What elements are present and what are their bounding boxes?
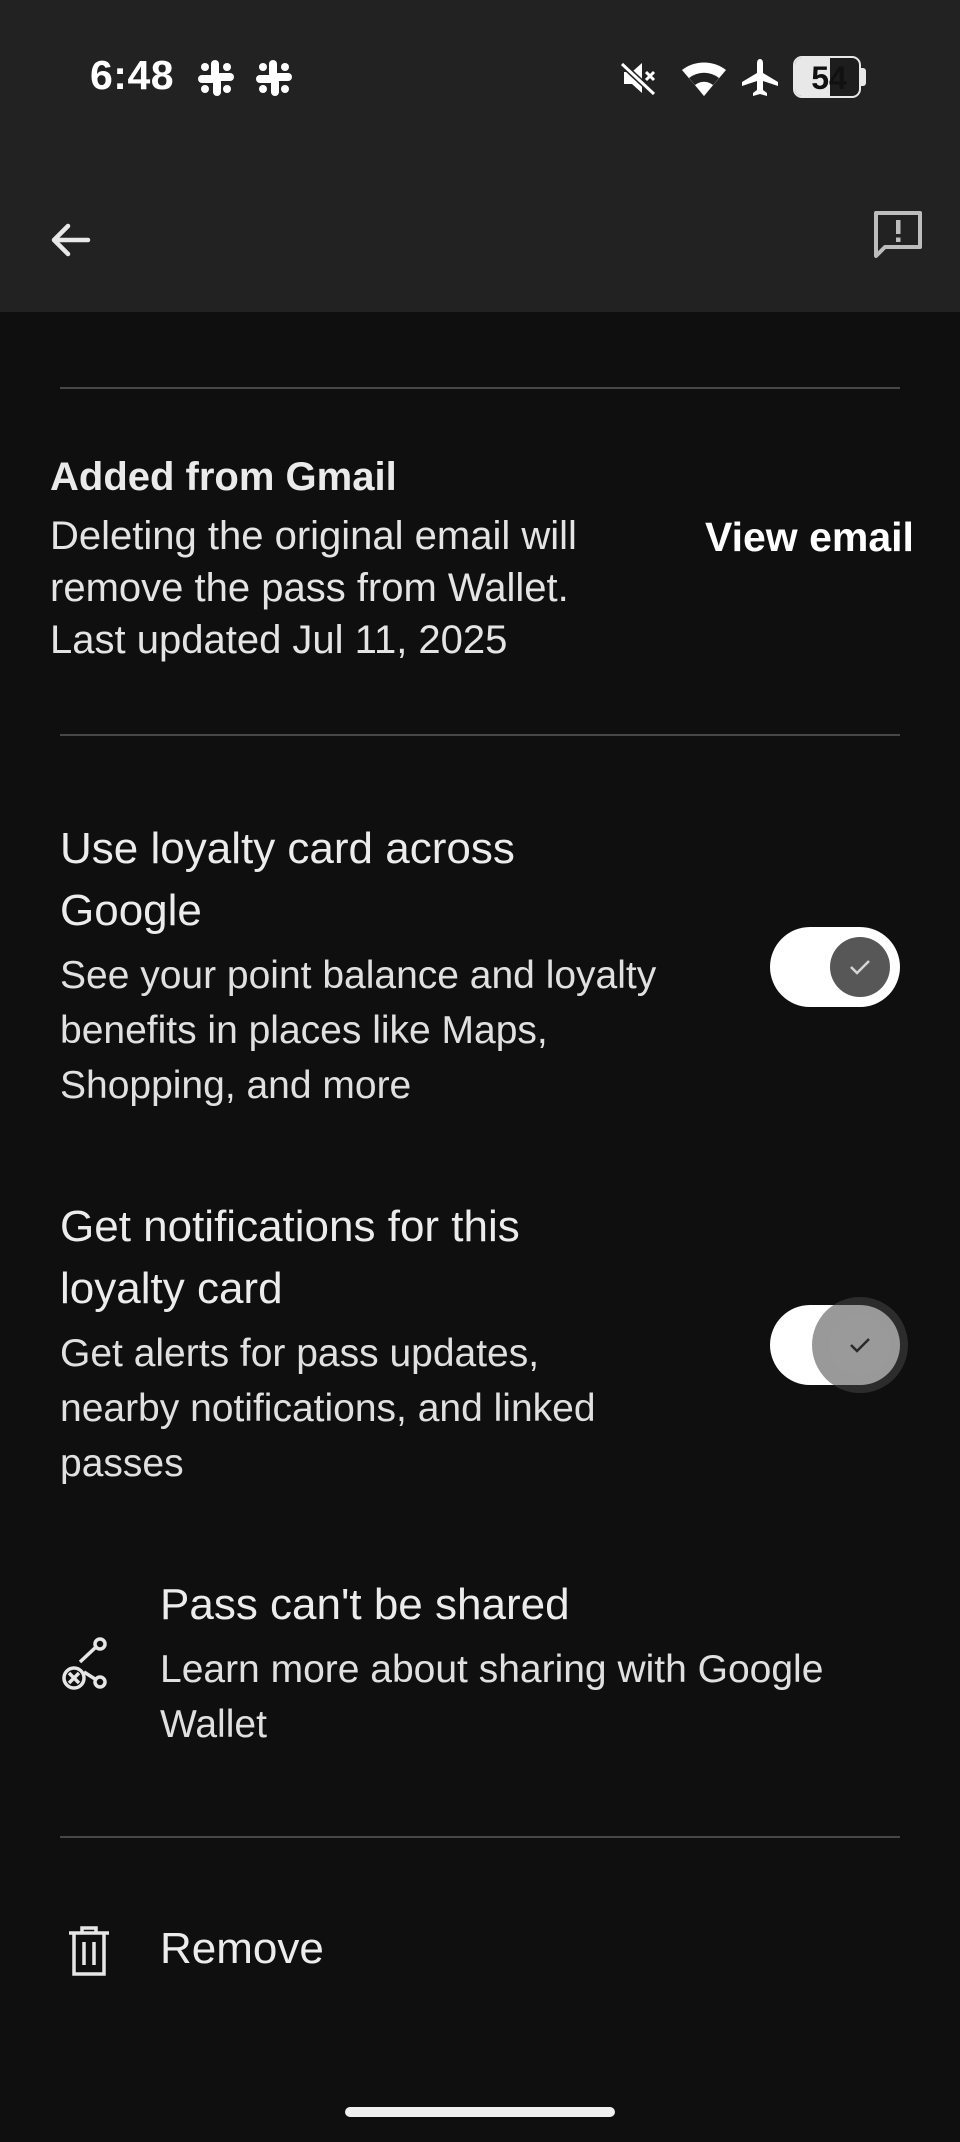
top-app-bar: 6:48 54 — [0, 0, 960, 312]
setting-description-line: passes — [60, 1442, 184, 1485]
setting-title-line: loyalty card — [60, 1264, 283, 1313]
loyalty-across-google-title: Use loyalty card across Google — [60, 818, 700, 942]
loyalty-across-google-description: See your point balance and loyalty benef… — [60, 948, 720, 1113]
share-off-icon — [62, 1637, 107, 1690]
remove-label: Remove — [160, 1924, 324, 1973]
notifications-toggle[interactable] — [770, 1297, 908, 1393]
sharing-learn-more-link[interactable]: Learn more about sharing with Google Wal… — [160, 1642, 900, 1752]
divider — [60, 387, 900, 389]
back-button[interactable] — [40, 210, 100, 270]
setting-title-line: Get notifications for this — [60, 1202, 520, 1251]
sharing-description-line: Learn more about sharing with Google — [160, 1648, 824, 1691]
setting-description-line: See your point balance and loyalty — [60, 954, 657, 997]
view-email-button[interactable]: View email — [705, 514, 914, 561]
feedback-icon — [874, 211, 922, 258]
source-description-line: remove the pass from Wallet. — [50, 566, 569, 610]
setting-description-line: benefits in places like Maps, — [60, 1009, 548, 1052]
setting-description-line: nearby notifications, and linked — [60, 1387, 596, 1430]
airplane-icon — [742, 59, 778, 96]
battery-indicator: 54 — [793, 56, 866, 98]
sharing-description-line: Wallet — [160, 1703, 267, 1746]
setting-description-line: Get alerts for pass updates, — [60, 1332, 540, 1375]
source-title: Added from Gmail — [50, 455, 397, 499]
slack-icon — [256, 60, 292, 96]
setting-title-line: Google — [60, 886, 202, 935]
divider — [60, 734, 900, 736]
notifications-description: Get alerts for pass updates, nearby noti… — [60, 1326, 720, 1491]
loyalty-across-google-toggle[interactable] — [770, 927, 900, 1007]
arrow-back-icon — [51, 223, 91, 257]
divider — [60, 1836, 900, 1838]
remove-button[interactable]: Remove — [0, 1900, 960, 2000]
setting-title-line: Use loyalty card across — [60, 824, 515, 873]
toggle-thumb — [830, 1315, 890, 1375]
check-icon — [850, 1338, 870, 1353]
check-icon — [850, 960, 870, 975]
sharing-title: Pass can't be shared — [160, 1580, 570, 1629]
battery-level: 54 — [811, 60, 847, 96]
mute-icon — [619, 61, 657, 97]
toggle-thumb — [830, 937, 890, 997]
source-description-line: Last updated Jul 11, 2025 — [50, 618, 508, 662]
home-indicator[interactable] — [345, 2107, 615, 2117]
source-description: Deleting the original email will remove … — [50, 510, 650, 666]
setting-description-line: Shopping, and more — [60, 1064, 412, 1107]
slack-icon — [198, 60, 234, 96]
trash-icon — [69, 1926, 109, 1976]
wifi-icon — [682, 62, 726, 96]
status-time: 6:48 — [90, 52, 175, 98]
feedback-button[interactable] — [866, 203, 930, 267]
source-description-line: Deleting the original email will — [50, 514, 577, 558]
notifications-title: Get notifications for this loyalty card — [60, 1196, 700, 1320]
